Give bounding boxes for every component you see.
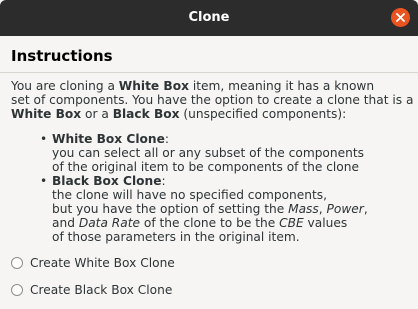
text: : — [161, 174, 166, 188]
text-italic: Power — [326, 202, 364, 216]
radio-label[interactable]: Create Black Box Clone — [30, 283, 172, 297]
divider — [0, 72, 418, 73]
text-italic: Mass — [288, 202, 319, 216]
intro-line-2: set of components. You have the option t… — [11, 93, 414, 107]
title-bar: Clone — [0, 0, 418, 36]
list-item-white-box: • White Box Clone: you can select all or… — [40, 132, 410, 174]
bullet-list: • White Box Clone: you can select all or… — [40, 132, 410, 244]
bullet-icon: • — [40, 132, 48, 146]
item-line: and Data Rate of the clone to be the CBE… — [52, 216, 410, 230]
item-line: but you have the option of setting the M… — [52, 202, 410, 216]
radio-button[interactable] — [11, 284, 23, 296]
instructions-heading: Instructions — [11, 47, 113, 65]
text-bold: Black Box — [112, 107, 180, 121]
text: or a — [81, 107, 113, 121]
text-italic: Data Rate — [78, 216, 140, 230]
window-title: Clone — [188, 10, 230, 25]
item-title: Black Box Clone — [52, 174, 162, 188]
text: and — [52, 216, 79, 230]
text: of the clone to be the — [140, 216, 280, 230]
text: : — [164, 132, 169, 146]
list-item-black-box: • Black Box Clone: the clone will have n… — [40, 174, 410, 244]
intro-line-1: You are cloning a White Box item, meanin… — [11, 79, 416, 93]
item-line: the clone will have no specified compone… — [52, 188, 327, 202]
close-icon — [396, 13, 405, 22]
text-bold: White Box — [118, 79, 189, 93]
dialog-content: Instructions You are cloning a White Box… — [0, 36, 418, 309]
item-title-line: Black Box Clone: — [52, 174, 410, 188]
text: , — [318, 202, 327, 216]
black-box-clone-option[interactable]: Create Black Box Clone — [11, 281, 172, 299]
text: item, meaning it has a known — [188, 79, 375, 93]
radio-label[interactable]: Create White Box Clone — [30, 256, 175, 270]
text: You are cloning a — [11, 79, 119, 93]
intro-paragraph: You are cloning a White Box item, meanin… — [11, 79, 416, 121]
text: but you have the option of setting the — [52, 202, 289, 216]
text-bold: White Box — [11, 107, 82, 121]
white-box-clone-option[interactable]: Create White Box Clone — [11, 254, 175, 272]
intro-line-3: White Box or a Black Box (unspecified co… — [11, 107, 416, 121]
text: values — [303, 216, 348, 230]
item-line: you can select all or any subset of the … — [52, 146, 364, 160]
item-title: White Box Clone — [52, 132, 165, 146]
bullet-icon: • — [40, 174, 48, 188]
text-italic: CBE — [279, 216, 304, 230]
item-title-line: White Box Clone: — [52, 132, 410, 146]
text: (unspecified components): — [179, 107, 347, 121]
item-line: of those parameters in the original item… — [52, 230, 300, 244]
radio-button[interactable] — [11, 257, 23, 269]
item-line: of the original item to be components of… — [52, 160, 359, 174]
close-button[interactable] — [391, 8, 410, 27]
text: , — [363, 202, 368, 216]
